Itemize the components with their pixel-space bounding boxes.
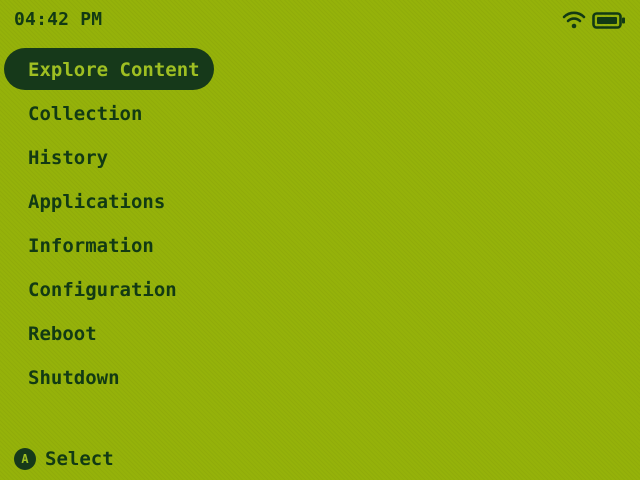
menu-item-label: History — [28, 147, 109, 169]
menu-item-label: Explore Content — [28, 59, 200, 81]
select-hint-label: Select — [45, 448, 114, 470]
menu-item-label: Configuration — [28, 279, 177, 301]
a-button-icon: A — [14, 448, 36, 470]
menu-item-applications[interactable]: Applications — [4, 180, 264, 224]
battery-icon — [592, 12, 625, 29]
menu-item-configuration[interactable]: Configuration — [4, 268, 264, 312]
menu-item-explore-content[interactable]: Explore Content — [4, 48, 264, 92]
menu-item-collection[interactable]: Collection — [4, 92, 264, 136]
menu-item-label: Information — [28, 235, 154, 257]
menu-item-label: Collection — [28, 103, 143, 125]
status-bar: 04:42 PM — [0, 0, 640, 40]
menu-item-label: Applications — [28, 191, 166, 213]
menu-item-shutdown[interactable]: Shutdown — [4, 356, 264, 400]
menu-item-label: Shutdown — [28, 367, 120, 389]
footer-hints: A Select — [14, 446, 114, 472]
menu-item-reboot[interactable]: Reboot — [4, 312, 264, 356]
menu-item-information[interactable]: Information — [4, 224, 264, 268]
clock: 04:42 PM — [14, 9, 103, 30]
wifi-icon — [562, 11, 586, 29]
menu-item-history[interactable]: History — [4, 136, 264, 180]
menu-item-label: Reboot — [28, 323, 97, 345]
main-menu: Explore Content Collection History Appli… — [4, 48, 264, 400]
